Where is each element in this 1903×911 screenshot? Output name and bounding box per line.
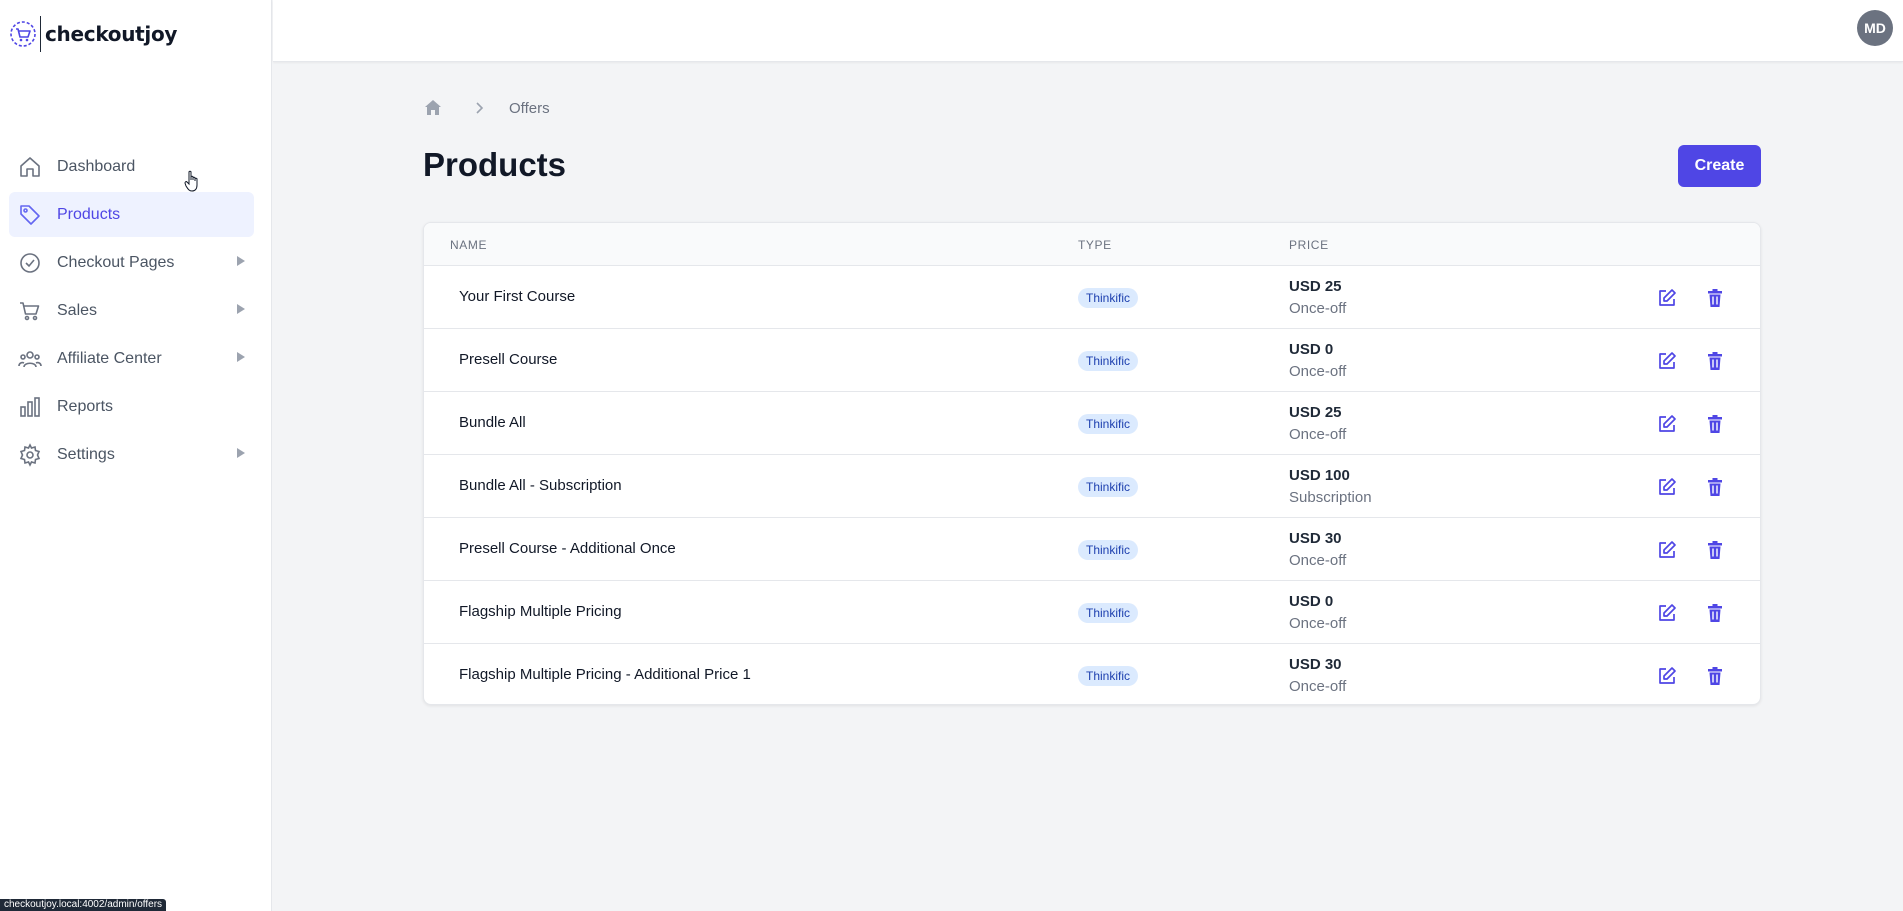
- edit-icon[interactable]: [1656, 476, 1678, 498]
- price-term: Once-off: [1289, 300, 1347, 317]
- edit-icon[interactable]: [1656, 539, 1678, 561]
- trash-icon[interactable]: [1704, 476, 1726, 498]
- home-icon[interactable]: [423, 98, 443, 118]
- trash-icon[interactable]: [1704, 539, 1726, 561]
- chevron-right-icon: [237, 448, 245, 458]
- sidebar-item-dashboard[interactable]: Dashboard: [9, 144, 254, 189]
- column-header-name: NAME: [450, 238, 488, 252]
- sidebar-item-label: Dashboard: [57, 157, 136, 175]
- edit-icon[interactable]: [1656, 413, 1678, 435]
- table-header: NAME TYPE PRICE: [424, 223, 1760, 266]
- trash-icon[interactable]: [1704, 665, 1726, 687]
- tag-icon: [18, 203, 42, 227]
- edit-icon[interactable]: [1656, 665, 1678, 687]
- brand-name: checkoutjoy: [45, 22, 178, 46]
- sidebar-item-affiliate-center[interactable]: Affiliate Center: [9, 336, 254, 381]
- sidebar: checkoutjoy Dashboard Products Checkout …: [0, 0, 272, 911]
- sidebar-nav: Dashboard Products Checkout Pages Sales: [9, 144, 254, 480]
- product-name: Presell Course - Additional Once: [459, 540, 676, 557]
- chevron-right-icon: [476, 102, 484, 114]
- sidebar-item-settings[interactable]: Settings: [9, 432, 254, 477]
- table-row: Presell Course Thinkific USD 0 Once-off: [424, 329, 1760, 392]
- price-amount: USD 100: [1289, 467, 1350, 484]
- cart-icon: [18, 299, 42, 323]
- sidebar-item-sales[interactable]: Sales: [9, 288, 254, 333]
- home-icon: [18, 155, 42, 179]
- price-term: Once-off: [1289, 615, 1347, 632]
- price-term: Once-off: [1289, 363, 1347, 380]
- cart-logo-icon: [10, 21, 36, 47]
- type-badge: Thinkific: [1078, 603, 1139, 623]
- chevron-right-icon: [237, 352, 245, 362]
- avatar[interactable]: MD: [1857, 10, 1893, 46]
- column-header-type: TYPE: [1078, 238, 1112, 252]
- price-amount: USD 0: [1289, 593, 1334, 610]
- brand-logo[interactable]: checkoutjoy: [8, 16, 177, 52]
- price-term: Subscription: [1289, 489, 1372, 506]
- table-row: Flagship Multiple Pricing Thinkific USD 0 O…: [424, 581, 1760, 644]
- price-amount: USD 30: [1289, 530, 1342, 547]
- sidebar-item-label: Sales: [57, 301, 98, 319]
- sidebar-item-label: Settings: [57, 445, 115, 463]
- product-name: Bundle All - Subscription: [459, 477, 622, 494]
- products-table: NAME TYPE PRICE Your First Course Thinkif…: [423, 222, 1761, 705]
- product-name: Flagship Multiple Pricing: [459, 603, 622, 620]
- type-badge: Thinkific: [1078, 288, 1139, 308]
- sidebar-item-checkout-pages[interactable]: Checkout Pages: [9, 240, 254, 285]
- table-row: Flagship Multiple Pricing - Additional P…: [424, 644, 1760, 704]
- chevron-right-icon: [237, 256, 245, 266]
- logo-divider: [40, 16, 41, 52]
- type-badge: Thinkific: [1078, 540, 1139, 560]
- type-badge: Thinkific: [1078, 414, 1139, 434]
- type-badge: Thinkific: [1078, 477, 1139, 497]
- check-circle-icon: [18, 251, 42, 275]
- page-title: Products: [423, 146, 567, 183]
- type-badge: Thinkific: [1078, 666, 1139, 686]
- sidebar-item-label: Checkout Pages: [57, 253, 175, 271]
- price-amount: USD 0: [1289, 341, 1334, 358]
- sidebar-item-label: Reports: [57, 397, 114, 415]
- table-body: Your First Course Thinkific USD 25 Once-off…: [424, 266, 1760, 704]
- create-button[interactable]: Create: [1678, 145, 1761, 187]
- product-name: Your First Course: [459, 288, 576, 305]
- price-amount: USD 30: [1289, 656, 1342, 673]
- table-row: Presell Course - Additional Once Thinkifi…: [424, 518, 1760, 581]
- edit-icon[interactable]: [1656, 287, 1678, 309]
- price-amount: USD 25: [1289, 278, 1342, 295]
- sidebar-item-label: Affiliate Center: [57, 349, 162, 367]
- product-name: Flagship Multiple Pricing - Additional P…: [459, 666, 751, 683]
- breadcrumb-offers[interactable]: Offers: [509, 100, 550, 117]
- users-icon: [18, 347, 42, 371]
- price-term: Once-off: [1289, 426, 1347, 443]
- chevron-right-icon: [237, 304, 245, 314]
- sidebar-item-reports[interactable]: Reports: [9, 384, 254, 429]
- product-name: Bundle All: [459, 414, 526, 431]
- edit-icon[interactable]: [1656, 602, 1678, 624]
- type-badge: Thinkific: [1078, 351, 1139, 371]
- sidebar-item-products[interactable]: Products: [9, 192, 254, 237]
- product-name: Presell Course: [459, 351, 558, 368]
- trash-icon[interactable]: [1704, 287, 1726, 309]
- price-term: Once-off: [1289, 552, 1347, 569]
- breadcrumb: Offers: [423, 98, 550, 118]
- top-bar: MD: [273, 0, 1903, 62]
- table-row: Your First Course Thinkific USD 25 Once-off: [424, 266, 1760, 329]
- column-header-price: PRICE: [1289, 238, 1329, 252]
- status-bar-url: checkoutjoy.local:4002/admin/offers: [0, 899, 167, 911]
- edit-icon[interactable]: [1656, 350, 1678, 372]
- trash-icon[interactable]: [1704, 413, 1726, 435]
- price-amount: USD 25: [1289, 404, 1342, 421]
- table-row: Bundle All Thinkific USD 25 Once-off: [424, 392, 1760, 455]
- hand-cursor-icon: [184, 170, 198, 192]
- sidebar-item-label: Products: [57, 205, 121, 223]
- trash-icon[interactable]: [1704, 350, 1726, 372]
- bar-chart-icon: [18, 395, 42, 419]
- price-term: Once-off: [1289, 678, 1347, 695]
- trash-icon[interactable]: [1704, 602, 1726, 624]
- table-row: Bundle All - Subscription Thinkific USD 10…: [424, 455, 1760, 518]
- gear-icon: [18, 442, 42, 467]
